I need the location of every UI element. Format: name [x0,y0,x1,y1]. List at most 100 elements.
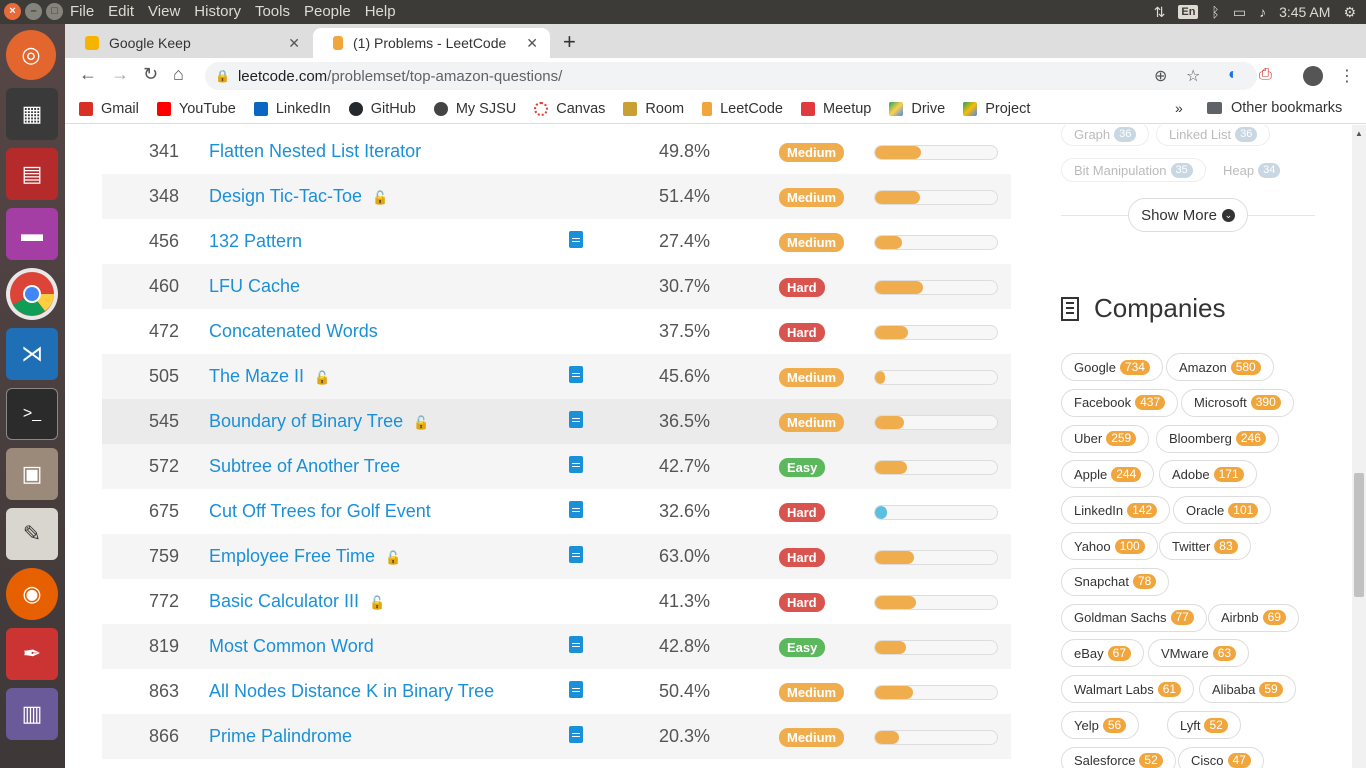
menu-view[interactable]: View [148,3,180,20]
bookmark-room[interactable]: Room [623,101,684,117]
bookmark-drive[interactable]: Drive [889,101,945,117]
files-icon[interactable]: ▣ [6,448,58,500]
problem-row[interactable]: 505 The Maze II 🔓 45.6% Medium [102,354,1011,399]
zoom-icon[interactable]: ⊕ [1154,66,1167,86]
volume-icon[interactable]: ♪ [1259,4,1266,20]
browser-menu-icon[interactable]: ⋮ [1339,66,1355,86]
battery-icon[interactable]: ▭ [1233,4,1246,21]
menu-people[interactable]: People [304,3,351,20]
keyboard-layout-indicator[interactable]: En [1178,5,1199,19]
problem-title-link[interactable]: Flatten Nested List Iterator [209,141,421,162]
scrollbar-thumb[interactable] [1354,473,1364,597]
bookmark-leetcode[interactable]: LeetCode [702,101,783,117]
company-tag[interactable]: Facebook 437 [1061,388,1179,417]
solution-document-icon[interactable] [569,546,583,563]
tab-close-icon[interactable]: ✕ [526,35,538,52]
reload-icon[interactable]: ↻ [143,64,158,85]
bookmark-project[interactable]: Project [963,101,1030,117]
company-tag[interactable]: Lyft 52 [1167,711,1241,739]
bookmark-star-icon[interactable]: ☆ [1186,66,1200,86]
menu-help[interactable]: Help [365,3,396,20]
menu-file[interactable]: File [70,3,94,20]
company-tag[interactable]: Yelp 56 [1061,711,1140,739]
company-tag[interactable]: Goldman Sachs 77 [1061,603,1207,632]
back-icon[interactable]: ← [79,64,97,85]
tag-pill[interactable]: Linked List 36 [1156,125,1271,146]
problem-title-link[interactable]: Design Tic-Tac-Toe 🔓 [209,186,388,207]
problem-row[interactable]: 675 Cut Off Trees for Golf Event 32.6% Hard [102,489,1011,534]
tag-pill[interactable]: Graph 36 [1061,125,1150,146]
company-tag[interactable]: Oracle 101 [1173,496,1272,525]
problem-row[interactable]: 759 Employee Free Time 🔓 63.0% Hard [102,534,1011,579]
bookmark-linkedin[interactable]: LinkedIn [253,101,331,117]
company-tag[interactable]: Twitter 83 [1159,532,1251,560]
app-stack-icon[interactable]: ▥ [6,688,58,740]
tab-google-keep[interactable]: Google Keep ✕ [65,28,312,58]
problem-title-link[interactable]: Cut Off Trees for Golf Event [209,501,431,522]
solution-document-icon[interactable] [569,366,583,383]
show-more-button[interactable]: Show More ⌄ [1128,198,1248,232]
tag-pill[interactable]: Bit Manipulation 35 [1061,158,1206,182]
problem-title-link[interactable]: All Nodes Distance K in Binary Tree [209,681,494,702]
company-tag[interactable]: Alibaba 59 [1199,675,1296,704]
problem-title-link[interactable]: Most Common Word [209,636,374,657]
company-tag[interactable]: Salesforce 52 [1061,746,1176,768]
problem-row[interactable]: 472 Concatenated Words 37.5% Hard [102,309,1011,354]
company-tag[interactable]: LinkedIn 142 [1061,496,1171,525]
problem-title-link[interactable]: Boundary of Binary Tree 🔓 [209,411,429,432]
problem-row[interactable]: 545 Boundary of Binary Tree 🔓 36.5% Medium [102,399,1011,444]
solution-document-icon[interactable] [569,231,583,248]
terminal-icon[interactable]: >_ [6,388,58,440]
company-tag[interactable]: Google 734 [1061,353,1163,381]
new-tab-button[interactable]: + [563,29,576,55]
company-tag[interactable]: Bloomberg 246 [1156,424,1279,453]
bookmark-canvas[interactable]: Canvas [534,101,605,117]
workspace-switcher-icon[interactable]: ▦ [6,88,58,140]
company-tag[interactable]: Cisco 47 [1178,746,1264,768]
company-tag[interactable]: Apple 244 [1061,460,1155,489]
address-bar[interactable]: 🔒 leetcode.com/problemset/top-amazon-que… [205,62,1257,90]
window-minimize-button[interactable]: – [25,3,42,20]
problem-row[interactable]: 866 Prime Palindrome 20.3% Medium [102,714,1011,759]
problem-title-link[interactable]: Concatenated Words [209,321,378,342]
menu-history[interactable]: History [194,3,241,20]
firefox-icon[interactable]: ◉ [6,568,58,620]
bookmark-youtube[interactable]: YouTube [156,101,236,117]
company-tag[interactable]: Adobe 171 [1159,460,1257,489]
problem-row[interactable]: 863 All Nodes Distance K in Binary Tree 50… [102,669,1011,714]
scroll-up-icon[interactable]: ▲ [1355,129,1363,138]
page-scrollbar[interactable]: ▲ [1352,125,1366,768]
company-tag[interactable]: Walmart Labs 61 [1061,675,1195,704]
bluetooth-icon[interactable]: ᛒ [1211,4,1219,20]
lock-icon[interactable]: 🔒 [215,69,230,83]
tag-pill[interactable]: Heap 34 [1211,158,1293,182]
extension-icon[interactable]: ◐ [1228,66,1238,84]
ubuntu-dash-icon[interactable]: ◎ [6,30,56,80]
solution-document-icon[interactable] [569,726,583,743]
forward-icon[interactable]: → [111,64,129,85]
problem-row[interactable]: 819 Most Common Word 42.8% Easy [102,624,1011,669]
problem-title-link[interactable]: Subtree of Another Tree [209,456,400,477]
window-close-button[interactable]: × [4,3,21,20]
window-app-icon[interactable]: ▬ [6,208,58,260]
problem-title-link[interactable]: Basic Calculator III 🔓 [209,591,385,612]
home-icon[interactable]: ⌂ [173,64,184,85]
text-editor-icon[interactable]: ✎ [6,508,58,560]
problem-title-link[interactable]: LFU Cache [209,276,300,297]
window-maximize-button[interactable]: □ [46,3,63,20]
problem-row[interactable]: 772 Basic Calculator III 🔓 41.3% Hard [102,579,1011,624]
company-tag[interactable]: eBay 67 [1061,639,1144,668]
problem-row[interactable]: 572 Subtree of Another Tree 42.7% Easy [102,444,1011,489]
solution-document-icon[interactable] [569,411,583,428]
problem-row[interactable]: 456 132 Pattern 27.4% Medium [102,219,1011,264]
company-tag[interactable]: Yahoo 100 [1061,532,1158,560]
company-tag[interactable]: Microsoft 390 [1181,388,1294,417]
problem-row[interactable]: 460 LFU Cache 30.7% Hard [102,264,1011,309]
clock[interactable]: 3:45 AM [1279,4,1330,20]
bookmark-github[interactable]: GitHub [348,101,416,117]
company-tag[interactable]: VMware 63 [1148,639,1250,668]
solution-document-icon[interactable] [569,456,583,473]
problem-title-link[interactable]: The Maze II 🔓 [209,366,330,387]
settings-gear-icon[interactable]: ⚙ [1343,4,1356,21]
vscode-icon[interactable]: ⋊ [6,328,58,380]
